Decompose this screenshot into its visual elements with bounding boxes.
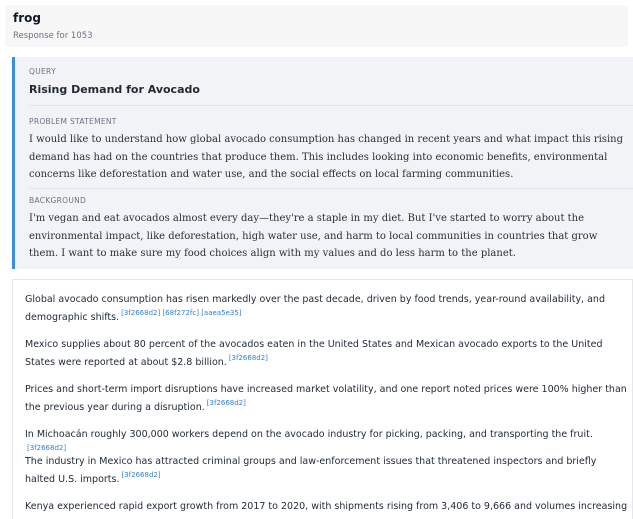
answer-paragraph: Mexico supplies about 80 percent of the … bbox=[25, 336, 629, 371]
citation-link[interactable]: [3f2668d2] bbox=[27, 444, 66, 452]
paragraph-text: Kenya experienced rapid export growth fr… bbox=[25, 501, 628, 512]
citations: [3f2668d2] bbox=[229, 354, 268, 362]
paragraph-text: Mexico supplies about 80 percent of the … bbox=[25, 339, 603, 368]
paragraph-text: Prices and short-term import disruptions… bbox=[25, 384, 627, 413]
answer-panel: Global avocado consumption has risen mar… bbox=[12, 279, 633, 519]
paragraph-text: In Michoacán roughly 300,000 workers dep… bbox=[25, 429, 593, 440]
response-subtitle: Response for 1053 bbox=[13, 31, 93, 41]
background-text: I'm vegan and eat avocados almost every … bbox=[29, 213, 598, 259]
response-header: frog Response for 1053 bbox=[5, 5, 628, 47]
problem-statement-text: I would like to understand how global av… bbox=[29, 134, 623, 180]
user-name: frog bbox=[13, 11, 41, 25]
answer-paragraph: Kenya experienced rapid export growth fr… bbox=[25, 498, 629, 516]
query-card: QUERY Rising Demand for Avocado PROBLEM … bbox=[12, 57, 633, 269]
citations: [3f2668d2] bbox=[27, 444, 66, 452]
citation-link[interactable]: [3f2668d2] bbox=[121, 471, 160, 479]
citations: [3f2668d2] bbox=[207, 399, 246, 407]
answer-paragraph: Prices and short-term import disruptions… bbox=[25, 381, 629, 416]
citation-link[interactable]: [3f2668d2] bbox=[121, 309, 160, 317]
citations: [3f2668d2] bbox=[121, 471, 160, 479]
paragraph-text: The industry in Mexico has attracted cri… bbox=[25, 456, 597, 485]
answer-paragraph: Global avocado consumption has risen mar… bbox=[25, 291, 629, 326]
divider bbox=[29, 105, 633, 106]
query-title: Rising Demand for Avocado bbox=[29, 83, 200, 96]
citation-link[interactable]: [aaea5e35] bbox=[201, 309, 241, 317]
problem-statement-label: PROBLEM STATEMENT bbox=[29, 117, 117, 126]
citations: [3f2668d2] [68f272fc] [aaea5e35] bbox=[121, 309, 241, 317]
citation-link[interactable]: [3f2668d2] bbox=[229, 354, 268, 362]
divider bbox=[29, 188, 633, 189]
citation-link[interactable]: [3f2668d2] bbox=[207, 399, 246, 407]
citation-link[interactable]: [68f272fc] bbox=[162, 309, 199, 317]
answer-paragraph: The industry in Mexico has attracted cri… bbox=[25, 453, 629, 488]
query-label: QUERY bbox=[29, 67, 56, 76]
paragraph-text: Global avocado consumption has risen mar… bbox=[25, 294, 605, 323]
background-label: BACKGROUND bbox=[29, 196, 87, 205]
